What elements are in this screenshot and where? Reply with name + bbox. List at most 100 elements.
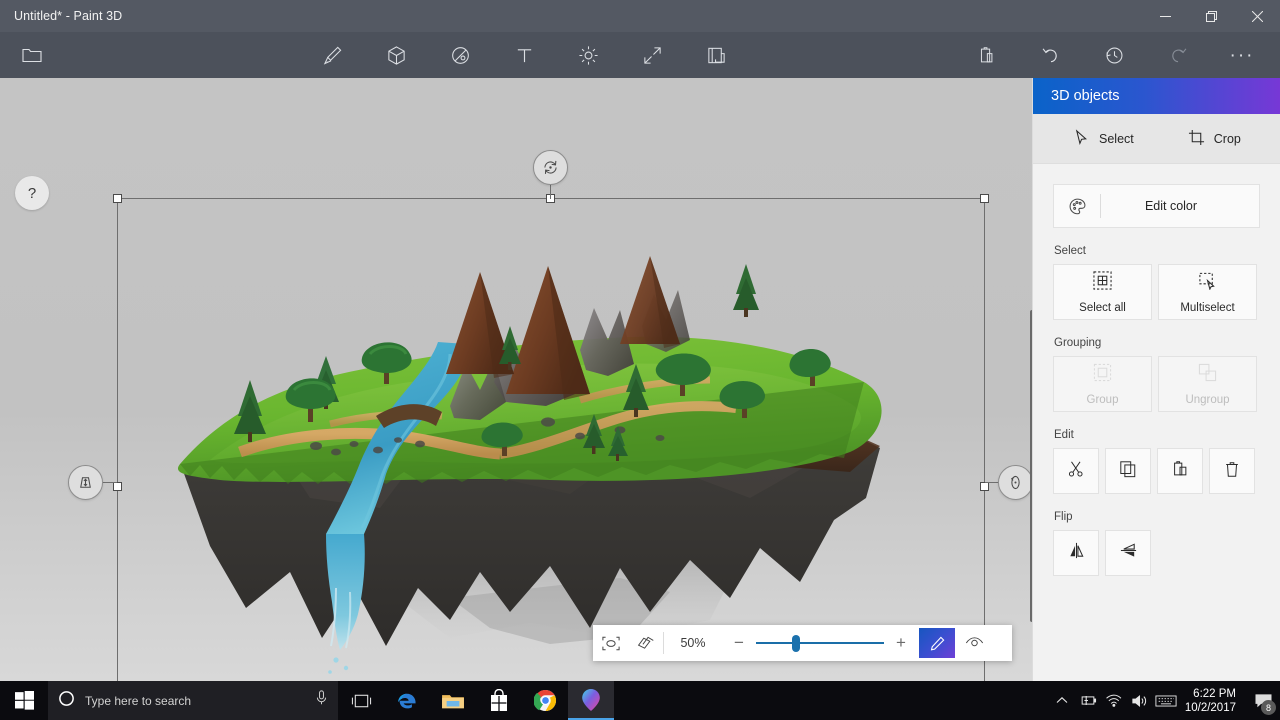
clipboard-icon[interactable] xyxy=(954,32,1018,78)
taskbar-item-task-view[interactable] xyxy=(338,681,384,720)
section-label-flip: Flip xyxy=(1054,511,1073,523)
zoom-percent: 50% xyxy=(680,636,706,650)
zoom-slider-track xyxy=(756,642,884,644)
sun-icon[interactable] xyxy=(556,32,620,78)
section-label-edit: Edit xyxy=(1054,429,1074,441)
group-icon xyxy=(1093,363,1112,387)
expand-arrows-icon[interactable] xyxy=(620,32,684,78)
taskbar-item-paint-3d[interactable] xyxy=(568,681,614,720)
paste-button[interactable] xyxy=(1157,448,1203,494)
toolbar-actions: ··· xyxy=(954,32,1274,78)
multiselect-button[interactable]: Multiselect xyxy=(1158,264,1257,320)
minimize-button[interactable] xyxy=(1142,0,1188,32)
group-button: Group xyxy=(1053,356,1152,412)
edit-color-button[interactable]: Edit color xyxy=(1053,184,1260,228)
battery-icon[interactable] xyxy=(1075,681,1101,720)
resize-handle-top-right[interactable] xyxy=(980,194,989,203)
eye-view-icon[interactable] xyxy=(956,625,992,661)
flip-horizontal-icon xyxy=(1067,541,1086,565)
select-buttons: Select all Multiselect xyxy=(1053,264,1260,320)
ellipsis-icon[interactable]: ··· xyxy=(1210,32,1274,78)
text-t-icon[interactable] xyxy=(492,32,556,78)
flip-buttons xyxy=(1053,530,1260,576)
restore-button[interactable] xyxy=(1188,0,1234,32)
tab-crop[interactable]: Crop xyxy=(1178,114,1251,164)
library-icon[interactable] xyxy=(684,32,748,78)
palette-icon xyxy=(1054,197,1100,216)
menu-folder-icon[interactable] xyxy=(0,32,64,78)
clock-time: 6:22 PM xyxy=(1193,687,1236,700)
canvas-workspace[interactable]: ? xyxy=(0,78,1032,681)
panel-header: 3D objects xyxy=(1033,78,1280,114)
history-clock-icon[interactable] xyxy=(1082,32,1146,78)
taskbar-item-microsoft-store[interactable] xyxy=(476,681,522,720)
brush-icon[interactable] xyxy=(300,32,364,78)
title-bar: Untitled* - Paint 3D xyxy=(0,0,1280,32)
resize-handle-top-left[interactable] xyxy=(113,194,122,203)
paste-icon xyxy=(1171,460,1189,483)
taskbar-item-microsoft-edge[interactable] xyxy=(384,681,430,720)
window-title: Untitled* - Paint 3D xyxy=(14,9,123,23)
close-button[interactable] xyxy=(1234,0,1280,32)
ungroup-label: Ungroup xyxy=(1185,393,1230,406)
cortana-circle-icon xyxy=(58,690,75,712)
cut-button[interactable] xyxy=(1053,448,1099,494)
start-button[interactable] xyxy=(0,681,48,720)
select-all-button[interactable]: Select all xyxy=(1053,264,1152,320)
selection-frame xyxy=(113,194,989,681)
zoom-out-button[interactable]: − xyxy=(722,625,756,661)
crop-icon xyxy=(1188,129,1205,149)
toolbar-tools xyxy=(300,32,748,78)
more-label: ··· xyxy=(1229,44,1255,66)
grouping-buttons: Group Ungroup xyxy=(1053,356,1260,412)
taskbar-item-google-chrome[interactable] xyxy=(522,681,568,720)
paint3d-window: Untitled* - Paint 3D ··· ? 50% − + 3D ob… xyxy=(0,0,1280,720)
microphone-icon[interactable] xyxy=(315,690,328,711)
resize-handle-middle-left[interactable] xyxy=(113,482,122,491)
notification-center-button[interactable]: 8 xyxy=(1246,681,1280,720)
rotate-z-icon[interactable] xyxy=(533,150,568,185)
zoom-toolbar: 50% − + xyxy=(593,625,1012,661)
select-all-icon xyxy=(1093,270,1112,295)
volume-icon[interactable] xyxy=(1127,681,1153,720)
panel-tabs: Select Crop xyxy=(1033,114,1280,164)
sticker-circle-icon[interactable] xyxy=(428,32,492,78)
windows-taskbar: Type here to search 6:22 PM 10/2/2017 8 xyxy=(0,681,1280,720)
keyboard-icon[interactable] xyxy=(1153,681,1179,720)
search-box[interactable]: Type here to search xyxy=(48,681,338,720)
flip-vertical-button[interactable] xyxy=(1105,530,1151,576)
edit-buttons xyxy=(1053,448,1260,494)
multiselect-label: Multiselect xyxy=(1180,301,1235,314)
resize-handle-middle-right[interactable] xyxy=(980,482,989,491)
wifi-icon[interactable] xyxy=(1101,681,1127,720)
tab-select[interactable]: Select xyxy=(1063,114,1144,164)
cube-icon[interactable] xyxy=(364,32,428,78)
taskbar-item-file-explorer[interactable] xyxy=(430,681,476,720)
zoom-slider[interactable] xyxy=(756,625,884,661)
flip-vertical-icon xyxy=(1119,541,1138,565)
rotate-y-icon[interactable] xyxy=(998,465,1032,500)
rotate-z-stem xyxy=(550,185,551,199)
undo-arrow-icon[interactable] xyxy=(1018,32,1082,78)
pencil-edit-icon[interactable] xyxy=(919,628,955,658)
select-all-label: Select all xyxy=(1079,301,1126,314)
notification-badge: 8 xyxy=(1261,700,1276,715)
zoom-slider-thumb[interactable] xyxy=(792,635,800,652)
chevron-up-icon[interactable] xyxy=(1049,681,1075,720)
3d-view-icon[interactable] xyxy=(628,625,663,661)
trash-icon xyxy=(1223,460,1241,483)
help-button[interactable]: ? xyxy=(15,176,49,210)
cursor-arrow-icon xyxy=(1073,128,1090,149)
panel-body: Edit color Select Select all Multiselect… xyxy=(1033,164,1280,576)
fit-to-screen-icon[interactable] xyxy=(593,625,628,661)
rotate-x-icon[interactable] xyxy=(68,465,103,500)
system-tray: 6:22 PM 10/2/2017 8 xyxy=(1049,681,1280,720)
clock[interactable]: 6:22 PM 10/2/2017 xyxy=(1179,687,1246,715)
zoom-in-button[interactable]: + xyxy=(884,625,918,661)
flip-horizontal-button[interactable] xyxy=(1053,530,1099,576)
window-controls xyxy=(1142,0,1280,32)
edit-color-label: Edit color xyxy=(1144,199,1198,213)
search-input[interactable]: Type here to search xyxy=(85,694,305,708)
copy-button[interactable] xyxy=(1105,448,1151,494)
delete-button[interactable] xyxy=(1209,448,1255,494)
